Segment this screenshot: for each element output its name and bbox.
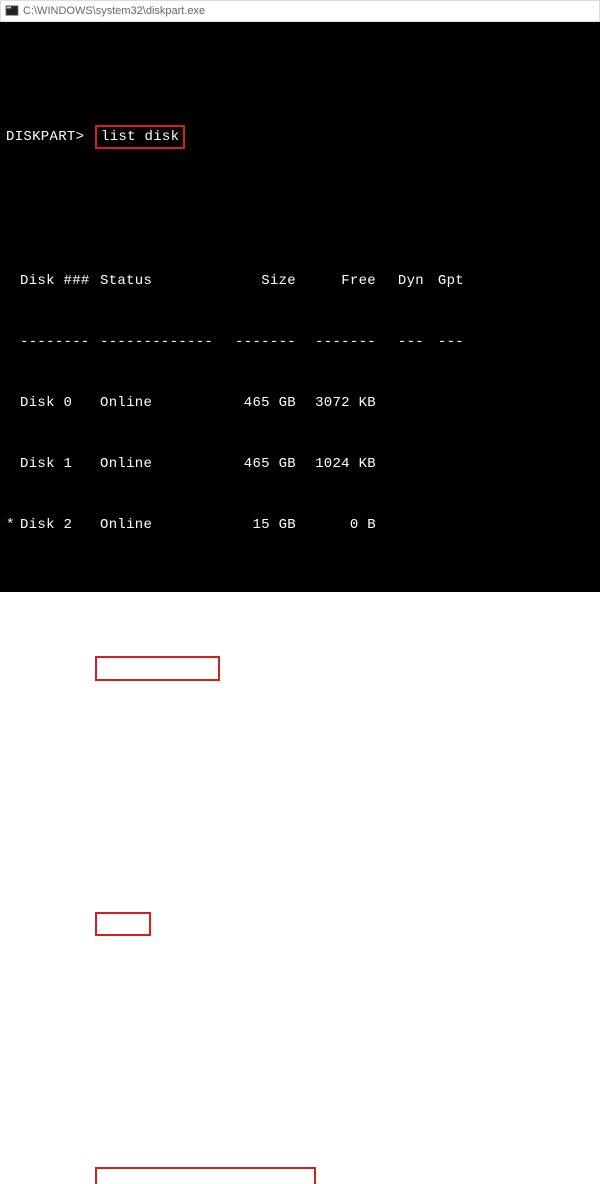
table-row: Disk 1 Online 465 GB 1024 KB (6, 454, 594, 474)
command-list-disk: list disk (95, 125, 185, 149)
prompt: DISKPART> (6, 1171, 84, 1184)
window-title: C:\WINDOWS\system32\diskpart.exe (23, 5, 205, 17)
window-titlebar[interactable]: C:\WINDOWS\system32\diskpart.exe (0, 0, 600, 22)
disk-table-header: Disk ### Status Size Free Dyn Gpt (6, 271, 594, 291)
output-line: Disk 2 is now the selected disk. (6, 776, 594, 796)
command-clean: clean (95, 912, 151, 936)
table-row: * Disk 2 Online 15 GB 0 B (6, 515, 594, 535)
col-status: Status (100, 271, 230, 291)
terminal-output[interactable]: DISKPART> list disk Disk ### Status Size… (0, 22, 600, 592)
disk-table-divider: -------- ------------- ------- ------- -… (6, 332, 594, 352)
table-row: Disk 0 Online 465 GB 3072 KB (6, 393, 594, 413)
app-icon (5, 4, 19, 18)
prompt: DISKPART> (6, 660, 84, 676)
command-create-partition: create partition primary (95, 1167, 316, 1184)
prompt: DISKPART> (6, 916, 84, 932)
col-size: Size (230, 271, 300, 291)
col-gpt: Gpt (424, 271, 464, 291)
col-free: Free (300, 271, 380, 291)
command-select-disk: select disk 2 (95, 656, 220, 680)
col-disk: Disk ### (20, 271, 100, 291)
col-dyn: Dyn (380, 271, 424, 291)
prompt: DISKPART> (6, 129, 84, 145)
output-line: DiskPart succeeded in cleaning the disk. (6, 1031, 594, 1051)
